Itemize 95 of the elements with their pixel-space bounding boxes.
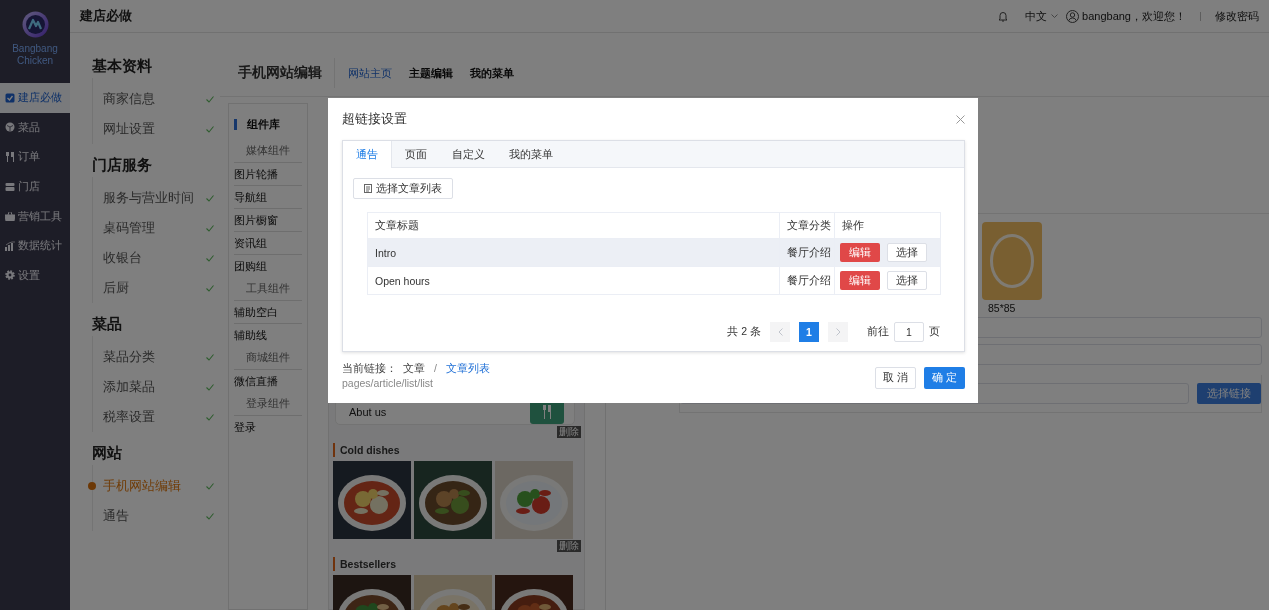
component-item[interactable]: 团购组 [234,255,302,277]
checklist-item[interactable]: 税率设置 [103,408,155,426]
dialog-tab[interactable]: 自定义 [440,141,497,167]
group-heading: 登录组件 [234,392,302,416]
component-item[interactable]: 登录 [234,416,302,438]
section-heading: 基本资料 [92,56,153,76]
utensils-icon [5,152,15,162]
current-link-label: 当前链接： [342,362,397,376]
choose-article-list-button[interactable]: 选择文章列表 [353,178,453,199]
page-button[interactable]: 1 [799,322,819,342]
bell-icon[interactable] [997,10,1010,22]
close-icon[interactable] [956,114,965,124]
chevron-left-icon [777,328,783,336]
link-url: pages/article/list/list [342,377,435,389]
change-password-link[interactable]: 修改密码 [1215,8,1259,24]
group-heading: 商城组件 [234,346,302,370]
checklist-item[interactable]: 网址设置 [103,120,155,138]
language-selector[interactable]: 中文 [1025,8,1048,24]
edit-button[interactable]: 编辑 [840,243,880,262]
section-heading: 门店服务 [92,155,153,175]
logo-icon [21,11,49,38]
editor-title: 手机网站编辑 [238,58,335,88]
size-hint: 85*85 [988,302,1017,314]
checklist-item[interactable]: 后厨 [103,279,129,297]
settings-icon [5,270,15,281]
dialog-title: 超链接设置 [342,110,407,128]
goto-label: 前往 [867,325,889,339]
checklist-item[interactable]: 商家信息 [103,90,155,108]
edit-button[interactable]: 编辑 [840,271,880,290]
cancel-button[interactable]: 取 消 [875,367,916,389]
select-button[interactable]: 选择 [887,243,927,262]
table-cell: 餐厅介绍 [780,239,835,267]
sidebar-item[interactable]: 门店 [0,171,70,202]
store-icon [5,181,15,192]
dialog-tab[interactable]: 页面 [392,141,440,167]
path-separator: / [434,362,437,376]
page-input[interactable]: 1 [894,322,924,342]
ring-icon [990,234,1034,288]
editor-tab[interactable]: 主题编辑 [409,58,453,88]
delete-tag[interactable]: 删除 [557,540,581,552]
checklist-item[interactable]: 服务与营业时间 [103,189,194,207]
sidebar-item[interactable]: 营销工具 [0,201,70,231]
confirm-button[interactable]: 确 定 [924,367,965,389]
document-icon [364,184,372,193]
checklist-item[interactable]: 添加菜品 [103,378,155,396]
link-path-link[interactable]: 文章列表 [445,362,490,376]
chevron-right-icon [835,328,841,336]
basket-icon [5,211,15,222]
dialog-tab[interactable]: 我的菜单 [497,141,565,167]
component-item[interactable]: 图片轮播 [234,163,302,186]
check-square-icon [5,92,15,103]
editor-tab[interactable]: 我的菜单 [470,58,514,88]
group-heading: 工具组件 [234,277,302,301]
page-title: 建店必做 [80,7,133,25]
user-icon [1066,9,1080,23]
table-cell: Intro [368,239,780,267]
section-heading: 菜品 [92,314,123,334]
page-suffix: 页 [929,325,940,339]
bar-chart-icon [5,240,15,251]
box-icon [5,122,15,133]
checklist-item[interactable]: 通告 [103,507,129,525]
section-title: Bestsellers [340,558,397,570]
table-cell: Open hours [368,267,780,294]
checklist-item[interactable]: 手机网站编辑 [103,477,181,495]
component-item[interactable]: 资讯组 [234,232,302,255]
component-item[interactable]: 辅助空白 [234,301,302,324]
choose-link-button[interactable]: 选择链接 [1197,383,1261,404]
section-heading: 网站 [92,443,123,463]
section-title: Cold dishes [340,444,400,456]
panel-title: 组件库 [247,116,280,132]
component-item[interactable]: 微信直播 [234,370,302,392]
delete-tag[interactable]: 删除 [557,426,581,438]
component-item[interactable]: 导航组 [234,186,302,209]
sidebar-item[interactable]: 订单 [0,142,70,172]
card-label: Abut us [349,406,387,418]
checklist-item[interactable]: 收银台 [103,249,142,267]
sidebar-item[interactable]: 数据统计 [0,230,70,261]
component-item[interactable]: 辅助线 [234,324,302,346]
component-item[interactable]: 图片橱窗 [234,209,302,232]
user-greeting: bangbang，欢迎您！ [1082,8,1186,24]
utensils-icon [542,405,552,419]
sidebar-item[interactable]: 设置 [0,260,70,291]
checklist-item[interactable]: 桌码管理 [103,219,155,237]
editor-tab[interactable]: 网站主页 [348,58,392,88]
sidebar-item[interactable]: 建店必做 [0,83,70,113]
checklist-item[interactable]: 菜品分类 [103,348,155,366]
link-path: 文章 [403,362,425,376]
brand-name: Bangbang Chicken [11,43,59,67]
caret-icon[interactable] [1051,13,1059,19]
total-count: 共 2 条 [727,325,761,339]
sidebar-item[interactable]: 菜品 [0,112,70,143]
select-button[interactable]: 选择 [887,271,927,290]
group-heading: 媒体组件 [234,139,302,163]
table-cell: 餐厅介绍 [780,267,835,294]
dialog-tab[interactable]: 通告 [343,141,392,168]
